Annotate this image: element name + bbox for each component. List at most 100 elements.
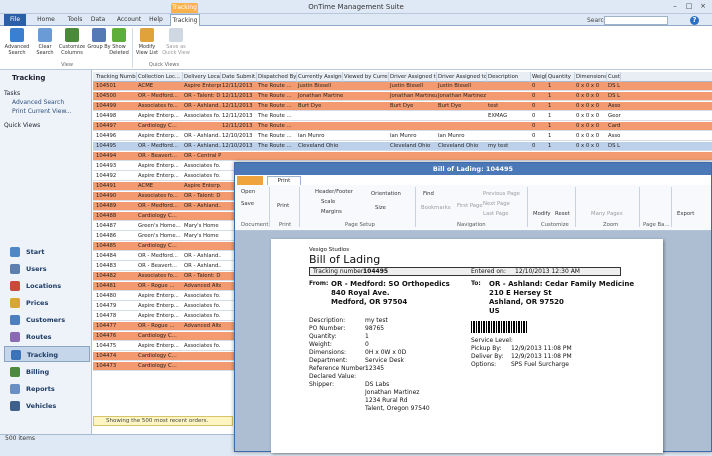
column-header[interactable]: Dispatched By	[257, 72, 297, 82]
next-page-button[interactable]: Next Page	[483, 201, 510, 207]
column-header[interactable]: Cust	[607, 72, 621, 82]
group-icon	[92, 28, 106, 42]
table-row[interactable]: 104501 ACME Aspire Enterpr...12/11/2013 The…	[93, 82, 712, 91]
table-row[interactable]: 104495 OR - Medford... OR - Ashland... 12/1…	[93, 142, 712, 151]
modify-button[interactable]: Modify	[533, 211, 551, 217]
customize-columns-button[interactable]: Customize Columns	[58, 28, 86, 56]
column-header[interactable]: Quantity	[547, 72, 575, 82]
table-row[interactable]: 104499 Associates fo... OR - Ashland... 12/…	[93, 102, 712, 111]
nav-item-start[interactable]: Start	[4, 244, 90, 260]
table-cell	[343, 112, 389, 121]
show-deleted-button[interactable]: Show Deleted	[106, 28, 132, 56]
table-cell: 1	[548, 103, 552, 109]
print-button[interactable]: Print	[277, 203, 289, 209]
size-button[interactable]: Size	[375, 205, 386, 211]
table-cell: Associates fo...	[184, 113, 221, 119]
table-cell	[343, 122, 389, 131]
task-print-current-view[interactable]: Print Current View...	[12, 108, 72, 115]
table-cell: 0	[532, 123, 536, 129]
column-header[interactable]: Date Submit...	[221, 72, 257, 82]
bookmarks-button[interactable]: Bookmarks	[421, 205, 451, 211]
nav-item-customers[interactable]: Customers	[4, 312, 90, 328]
task-advanced-search[interactable]: Advanced Search	[12, 99, 64, 106]
tab-account[interactable]: Account	[114, 14, 144, 26]
many-pages-button[interactable]: Many Pages	[591, 211, 623, 217]
close-icon[interactable]: ×	[698, 2, 708, 11]
table-row[interactable]: 104497 Cardiology C... 12/11/2013 The Route…	[93, 122, 712, 131]
group-document: Document	[241, 222, 269, 228]
clear-search-button[interactable]: Clear Search	[32, 28, 58, 56]
column-header[interactable]: Weight	[531, 72, 547, 82]
help-icon[interactable]: ?	[690, 16, 699, 25]
table-cell: 104486	[96, 233, 117, 239]
dialog-file-tab[interactable]	[237, 176, 263, 185]
column-header[interactable]: Currently Assigned To	[297, 72, 343, 82]
table-row[interactable]: 104494 OR - Beavert... OR - Central P...	[93, 152, 712, 161]
find-button[interactable]: Find	[423, 191, 434, 197]
nav-item-reports[interactable]: Reports	[4, 381, 90, 397]
open-button[interactable]: Open	[241, 189, 255, 195]
group-page-background: Page Ba...	[643, 222, 670, 228]
table-cell: OR - Rogue ...	[138, 323, 175, 329]
table-cell: 104491	[96, 183, 117, 189]
modify-view-list-button[interactable]: Modify View List	[134, 28, 160, 56]
tab-data[interactable]: Data	[88, 14, 108, 26]
table-cell: The Route ...	[258, 123, 292, 129]
field-value: 98765	[365, 325, 385, 332]
shipper-line: Jonathan Martinez	[365, 389, 420, 396]
table-cell: 104475	[96, 343, 117, 349]
column-header[interactable]: Description	[487, 72, 531, 82]
save-button[interactable]: Save	[241, 201, 254, 207]
search-input[interactable]	[604, 16, 668, 25]
tab-tracking[interactable]: Tracking	[170, 14, 200, 26]
table-cell: 104479	[96, 303, 117, 309]
nav-item-billing[interactable]: Billing	[4, 364, 90, 380]
tab-home[interactable]: Home	[34, 14, 58, 26]
table-row[interactable]: 104498 Aspire Enterp... Associates fo... 12…	[93, 112, 712, 121]
table-cell: Justin Bissell	[438, 83, 472, 89]
reset-button[interactable]: Reset	[555, 211, 570, 217]
field-label: Shipper:	[309, 381, 334, 388]
routes-icon	[10, 332, 20, 342]
column-header[interactable]: Driver Assigned to Collect	[389, 72, 437, 82]
column-header[interactable]: Dimensions	[575, 72, 607, 82]
column-header[interactable]: Viewed by Current U...	[343, 72, 389, 82]
nav-item-tracking[interactable]: Tracking	[4, 346, 90, 362]
column-header[interactable]: Collection Loc...	[137, 72, 183, 82]
print-preview-area[interactable]: Vesigo Studios Bill of Lading Tracking n…	[235, 231, 711, 453]
nav-item-users[interactable]: Users	[4, 261, 90, 277]
tab-file[interactable]: File	[4, 14, 26, 26]
table-cell	[531, 152, 547, 161]
export-button[interactable]: Export	[677, 211, 694, 217]
minimize-icon[interactable]: –	[670, 2, 680, 11]
orientation-button[interactable]: Orientation	[371, 191, 401, 197]
advanced-search-button[interactable]: Advanced Search	[4, 28, 30, 56]
column-header[interactable]: Driver Assigned to Deliver	[437, 72, 487, 82]
table-row[interactable]: 104496 Aspire Enterp... OR - Ashland... 12/…	[93, 132, 712, 141]
scale-button[interactable]: Scale	[321, 199, 335, 205]
tab-tools[interactable]: Tools	[64, 14, 86, 26]
table-cell: The Route ...	[258, 143, 292, 149]
last-page-button[interactable]: Last Page	[483, 211, 509, 217]
first-page-button[interactable]: First Page	[457, 203, 483, 209]
table-cell	[297, 112, 343, 121]
field-value: 1	[365, 333, 369, 340]
maximize-icon[interactable]: □	[684, 2, 694, 11]
nav-item-routes[interactable]: Routes	[4, 329, 90, 345]
tab-help[interactable]: Help	[146, 14, 166, 26]
table-cell: Cardiology C...	[138, 123, 177, 129]
table-row[interactable]: 104500 OR - Medford... OR - Talent: D...12…	[93, 92, 712, 101]
nav-item-locations[interactable]: Locations	[4, 278, 90, 294]
column-header[interactable]: Delivery Location	[183, 72, 221, 82]
header-footer-button[interactable]: Header/Footer	[315, 189, 353, 195]
nav-item-vehicles[interactable]: Vehicles	[4, 398, 90, 414]
clear-icon	[38, 28, 52, 42]
column-header[interactable]: Tracking Number	[95, 72, 137, 82]
nav-item-prices[interactable]: Prices	[4, 295, 90, 311]
previous-page-button[interactable]: Previous Page	[483, 191, 520, 197]
table-cell: OR - Medford...	[138, 93, 178, 99]
margins-button[interactable]: Margins	[321, 209, 342, 215]
table-cell	[389, 152, 437, 161]
save-as-quick-view-button[interactable]: Save as Quick View	[162, 28, 190, 56]
print-preview-tab[interactable]: Print Preview	[267, 176, 301, 193]
